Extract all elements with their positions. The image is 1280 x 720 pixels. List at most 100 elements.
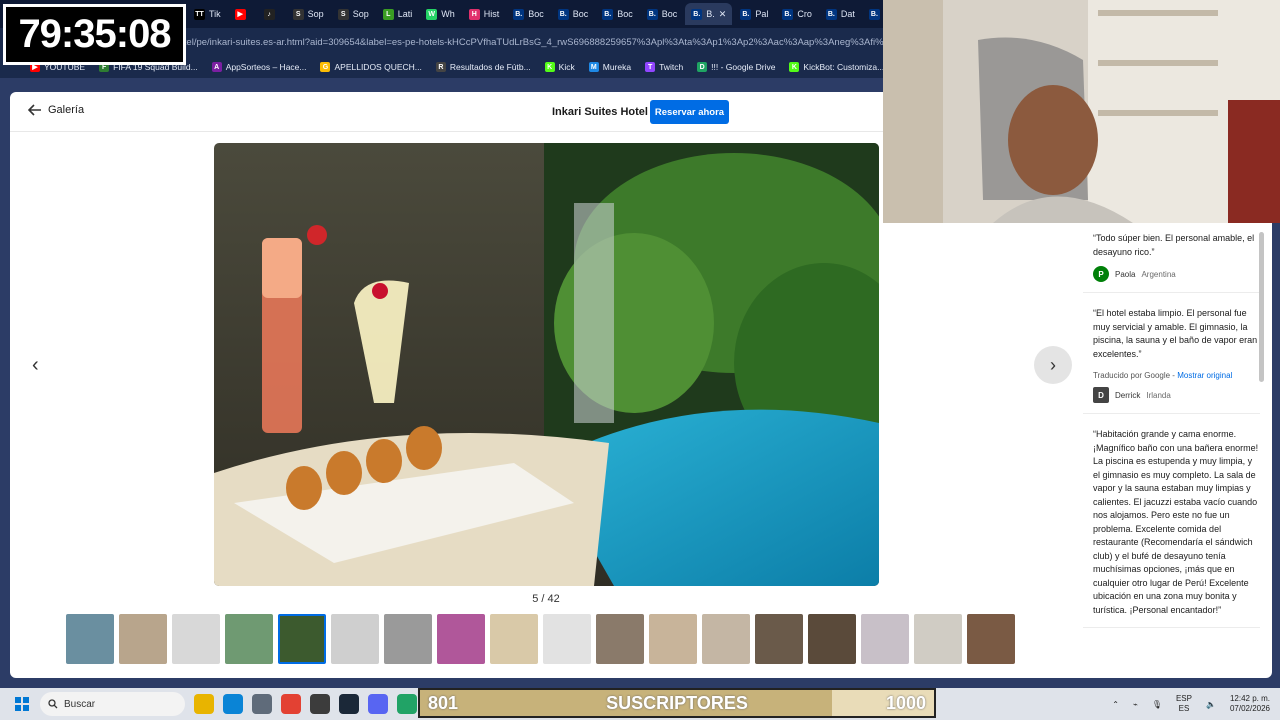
close-tab-icon[interactable]: ✕ xyxy=(719,9,727,20)
thumbnail[interactable] xyxy=(702,614,750,664)
review-author: D Derrick Irlanda xyxy=(1093,387,1260,403)
thumbnail[interactable] xyxy=(331,614,379,664)
thumbnail[interactable] xyxy=(808,614,856,664)
author-name: Derrick xyxy=(1115,390,1141,400)
bookmark-favicon-icon: K xyxy=(789,62,800,72)
edge-icon[interactable] xyxy=(223,694,243,714)
store-icon[interactable] xyxy=(252,694,272,714)
thumbnail-strip[interactable] xyxy=(66,614,1072,666)
bookmark-label: APELLIDOS QUECH... xyxy=(334,62,422,72)
avatar: D xyxy=(1093,387,1109,403)
language-indicator[interactable]: ESP ES xyxy=(1176,694,1192,714)
thumbnail-active[interactable] xyxy=(278,614,326,664)
clock[interactable]: 12:42 p. m. 07/02/2026 xyxy=(1230,694,1270,714)
tab-favicon-icon: B. xyxy=(740,8,752,20)
bookmark-favicon-icon: T xyxy=(645,62,656,72)
hotel-name: Inkari Suites Hotel xyxy=(552,106,648,118)
thumbnail[interactable] xyxy=(437,614,485,664)
bookmark-item[interactable]: T Twitch xyxy=(645,62,683,72)
photo-counter: 5 / 42 xyxy=(532,593,560,605)
subscriber-goal-bar: 801 SUSCRIPTORES 1000 xyxy=(418,688,936,718)
bookmark-item[interactable]: K Kick xyxy=(544,62,575,72)
chevron-right-icon[interactable]: › xyxy=(1034,346,1072,384)
bookmark-label: KickBot: Customiza... xyxy=(803,62,885,72)
browser-tab[interactable]: S Sop xyxy=(287,3,330,25)
taskbar-search-box[interactable]: Buscar xyxy=(40,692,185,716)
thumbnail[interactable] xyxy=(861,614,909,664)
browser-tab[interactable]: B. Pal xyxy=(734,3,774,25)
browser-tab[interactable]: H Hist xyxy=(463,3,506,25)
thumbnail[interactable] xyxy=(384,614,432,664)
windows-start-icon[interactable] xyxy=(10,692,34,716)
bookmark-item[interactable]: D!!! - Google Drive xyxy=(697,62,775,72)
bookmark-item[interactable]: M Mureka xyxy=(588,62,632,72)
browser-tab[interactable]: TT Tik xyxy=(188,3,227,25)
chrome-icon[interactable] xyxy=(281,694,301,714)
browser-tab[interactable]: L Lati xyxy=(377,3,419,25)
bookmark-label: Mureka xyxy=(602,62,632,72)
show-original-link[interactable]: Mostrar original xyxy=(1177,371,1232,380)
browser-tab[interactable]: B. B. ✕ xyxy=(685,3,733,25)
tab-label: Sop xyxy=(352,9,369,19)
microphone-icon[interactable]: 🎙 xyxy=(1152,700,1162,709)
tab-label: Dat xyxy=(840,9,855,19)
bookmark-item[interactable]: G APELLIDOS QUECH... xyxy=(320,62,422,72)
bookmark-label: !!! - Google Drive xyxy=(711,62,776,72)
tab-label: Hist xyxy=(483,9,500,19)
bookmark-item[interactable]: A AppSorteos – Hace... xyxy=(211,62,307,72)
steam-icon[interactable] xyxy=(339,694,359,714)
thumbnail[interactable] xyxy=(649,614,697,664)
browser-tab[interactable]: B. Boc xyxy=(596,3,639,25)
bookmark-favicon-icon: A xyxy=(211,62,222,72)
browser-tab[interactable]: B. Cro xyxy=(776,3,818,25)
bookmark-label: Kick xyxy=(558,62,575,72)
chevron-left-icon[interactable]: ‹ xyxy=(32,354,39,377)
file-explorer-icon[interactable] xyxy=(194,694,214,714)
browser-tab[interactable]: ♪ xyxy=(258,3,285,25)
thumbnail[interactable] xyxy=(914,614,962,664)
reviews-panel[interactable]: “Todo súper bien. El personal amable, el… xyxy=(1083,232,1260,678)
thumbnail[interactable] xyxy=(490,614,538,664)
reserve-now-button[interactable]: Reservar ahora xyxy=(650,100,729,124)
browser-tab[interactable]: ▶ xyxy=(229,3,256,25)
discord-icon[interactable] xyxy=(368,694,388,714)
thumbnail[interactable] xyxy=(225,614,273,664)
browser-tab[interactable]: S Sop xyxy=(332,3,375,25)
subscriber-label: SUSCRIPTORES xyxy=(606,692,748,713)
review-author: P Paola Argentina xyxy=(1093,266,1260,282)
thumbnail[interactable] xyxy=(119,614,167,664)
browser-tab[interactable]: B. Boc xyxy=(641,3,684,25)
webcam-overlay xyxy=(883,0,1280,223)
back-to-gallery-link[interactable]: Galería xyxy=(28,104,84,116)
thumbnail[interactable] xyxy=(66,614,114,664)
bookmark-label: Twitch xyxy=(659,62,684,72)
thumbnail[interactable] xyxy=(755,614,803,664)
browser-tab[interactable]: B. Boc xyxy=(507,3,550,25)
tab-label: Wh xyxy=(441,9,455,19)
bookmark-label: Resultados de Fútb... xyxy=(449,62,531,72)
arrow-left-icon xyxy=(28,104,41,116)
bookmark-item[interactable]: R Resultados de Fútb... xyxy=(435,62,531,72)
search-icon xyxy=(48,699,58,709)
author-country: Argentina xyxy=(1141,269,1176,279)
browser-tab[interactable]: W Wh xyxy=(420,3,461,25)
reviews-scrollbar[interactable] xyxy=(1259,232,1264,382)
search-placeholder: Buscar xyxy=(64,698,96,710)
thumbnail[interactable] xyxy=(172,614,220,664)
speaker-icon[interactable]: 🔈 xyxy=(1206,700,1216,709)
game-launcher-icon[interactable] xyxy=(310,694,330,714)
browser-tab[interactable]: B. Boc xyxy=(552,3,595,25)
notes-icon[interactable] xyxy=(397,694,417,714)
bookmark-label: AppSorteos – Hace... xyxy=(225,62,307,72)
tab-label: B. xyxy=(706,9,715,19)
bookmark-favicon-icon: R xyxy=(435,62,446,72)
url-text[interactable]: .com/hotel/pe/inkari-suites.es-ar.html?a… xyxy=(150,37,898,48)
bookmark-favicon-icon: D xyxy=(697,62,708,72)
network-icon[interactable]: ⌁ xyxy=(1133,700,1138,709)
thumbnail[interactable] xyxy=(596,614,644,664)
thumbnail[interactable] xyxy=(967,614,1015,664)
thumbnail[interactable] xyxy=(543,614,591,664)
chevron-up-icon[interactable]: ⌃ xyxy=(1112,700,1119,709)
bookmark-item[interactable]: K KickBot: Customiza... xyxy=(789,62,884,72)
browser-tab[interactable]: B. Dat xyxy=(820,3,861,25)
